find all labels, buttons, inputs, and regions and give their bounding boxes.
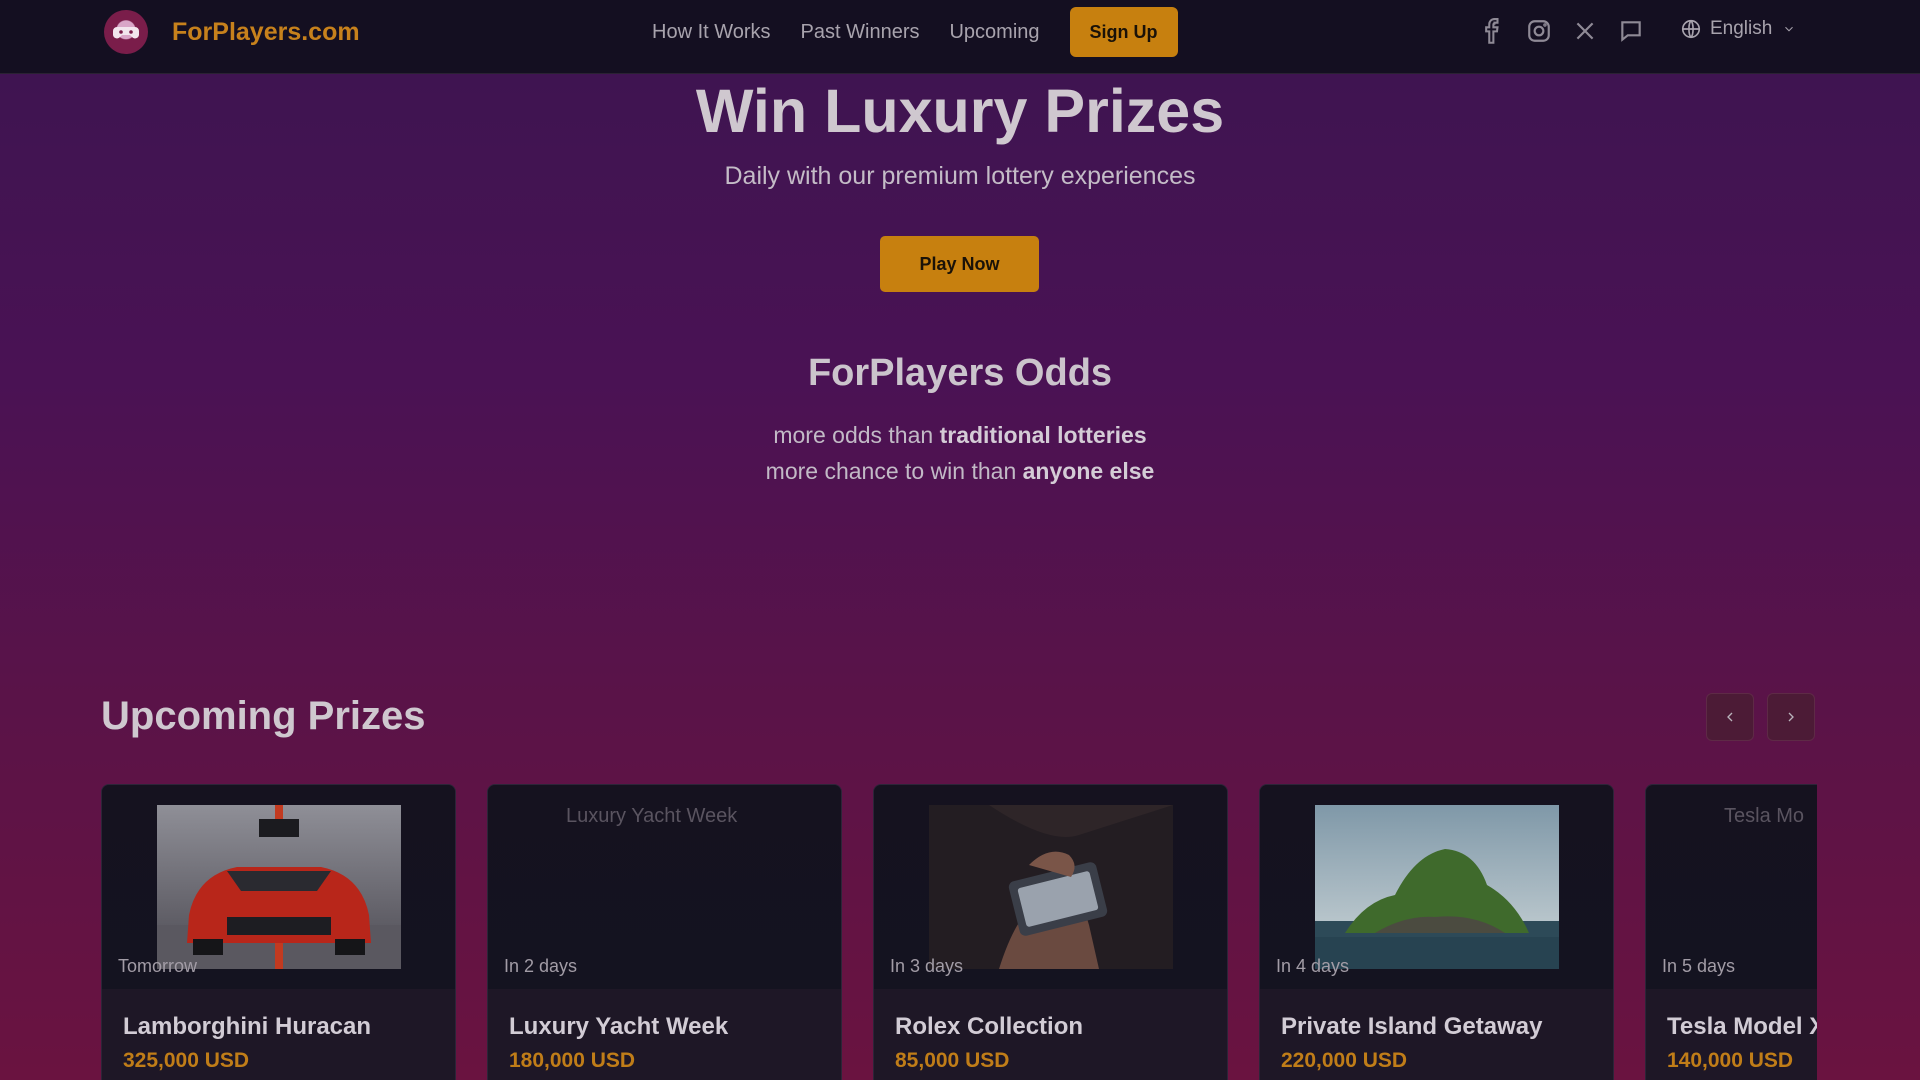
odds-title: ForPlayers Odds [807,352,1113,394]
prize-image-area: Tesla Mo In 5 days [1646,785,1817,989]
island-image [1315,805,1559,969]
odds-line-2: more chance to win than anyone else [0,458,1920,485]
prize-price: 85,000 USD [895,1049,1010,1072]
prize-card[interactable]: Tomorrow Lamborghini Huracan 325,000 USD [101,784,456,1080]
upcoming-prizes-title: Upcoming Prizes [101,694,426,738]
carousel-next-button[interactable] [1767,693,1815,741]
prize-name: Luxury Yacht Week [509,1013,729,1040]
prize-price: 180,000 USD [509,1049,636,1072]
brand[interactable]: ForPlayers.com [104,10,360,54]
x-icon[interactable] [1570,16,1600,46]
chevron-right-icon [1788,712,1794,722]
social-links [1478,16,1662,46]
prize-name: Rolex Collection [895,1013,1084,1040]
language-selector[interactable]: English [1680,18,1796,40]
prize-info: Luxury Yacht Week 180,000 USD [488,989,841,1080]
prize-name: Lamborghini Huracan [123,1013,372,1040]
sign-up-button[interactable]: Sign Up [1069,7,1178,57]
lamborghini-image [157,805,401,969]
prize-card[interactable]: In 4 days Private Island Getaway 220,000… [1259,784,1614,1080]
gamepad-logo-icon [104,10,148,54]
prize-image-area: Luxury Yacht Week In 2 days [488,785,841,989]
broken-image-alt: Tesla Mo [1724,805,1805,827]
brand-name: ForPlayers.com [172,17,360,46]
prize-price: 325,000 USD [123,1049,250,1072]
prize-card[interactable]: Tesla Mo In 5 days Tesla Model X 140,000… [1645,784,1817,1080]
main-nav: How It Works Past Winners Upcoming Sign … [652,0,1178,64]
odds-line-1: more odds than traditional lotteries [0,422,1920,449]
nav-upcoming[interactable]: Upcoming [949,21,1039,44]
hero-subtitle: Daily with our premium lottery experienc… [724,162,1196,190]
draw-time: In 3 days [890,956,964,976]
play-now-button[interactable]: Play Now [880,236,1039,292]
draw-time: In 4 days [1276,956,1350,976]
language-label: English [1710,18,1773,39]
facebook-icon[interactable] [1478,16,1508,46]
chevron-down-icon [1785,26,1794,32]
prize-info: Private Island Getaway 220,000 USD [1260,989,1613,1080]
odds-line-1-text: more odds than [773,422,940,448]
prize-info: Rolex Collection 85,000 USD [874,989,1227,1080]
odds-line-1-bold: traditional lotteries [939,422,1147,448]
nav-past-winners[interactable]: Past Winners [801,21,920,44]
broken-image-alt: Luxury Yacht Week [566,805,738,827]
nav-how-it-works[interactable]: How It Works [652,21,771,44]
rolex-image [929,805,1173,969]
prize-name: Private Island Getaway [1281,1013,1543,1040]
prize-image-area: In 4 days [1260,785,1613,989]
prize-image-area: In 3 days [874,785,1227,989]
prize-info: Tesla Model X 140,000 USD [1646,989,1817,1080]
prize-name: Tesla Model X [1667,1013,1817,1040]
prize-info: Lamborghini Huracan 325,000 USD [102,989,455,1080]
draw-time: In 5 days [1662,956,1736,976]
prize-price: 140,000 USD [1667,1049,1794,1072]
globe-icon [1681,19,1701,39]
chat-icon[interactable] [1616,16,1646,46]
draw-time: In 2 days [504,956,578,976]
prize-image-area: Tomorrow [102,785,455,989]
draw-time: Tomorrow [118,956,198,976]
odds-line-2-bold: anyone else [1022,458,1155,484]
odds-line-2-text: more chance to win than [765,458,1023,484]
instagram-icon[interactable] [1524,16,1554,46]
prize-card[interactable]: In 3 days Rolex Collection 85,000 USD [873,784,1228,1080]
prize-price: 220,000 USD [1281,1049,1408,1072]
chevron-left-icon [1727,712,1733,722]
prize-card[interactable]: Luxury Yacht Week In 2 days Luxury Yacht… [487,784,842,1080]
hero-title: Win Luxury Prizes [695,77,1225,145]
top-navigation-bar: ForPlayers.com How It Works Past Winners… [0,0,1920,74]
prize-carousel: Tomorrow Lamborghini Huracan 325,000 USD… [101,784,1817,1080]
carousel-prev-button[interactable] [1706,693,1754,741]
